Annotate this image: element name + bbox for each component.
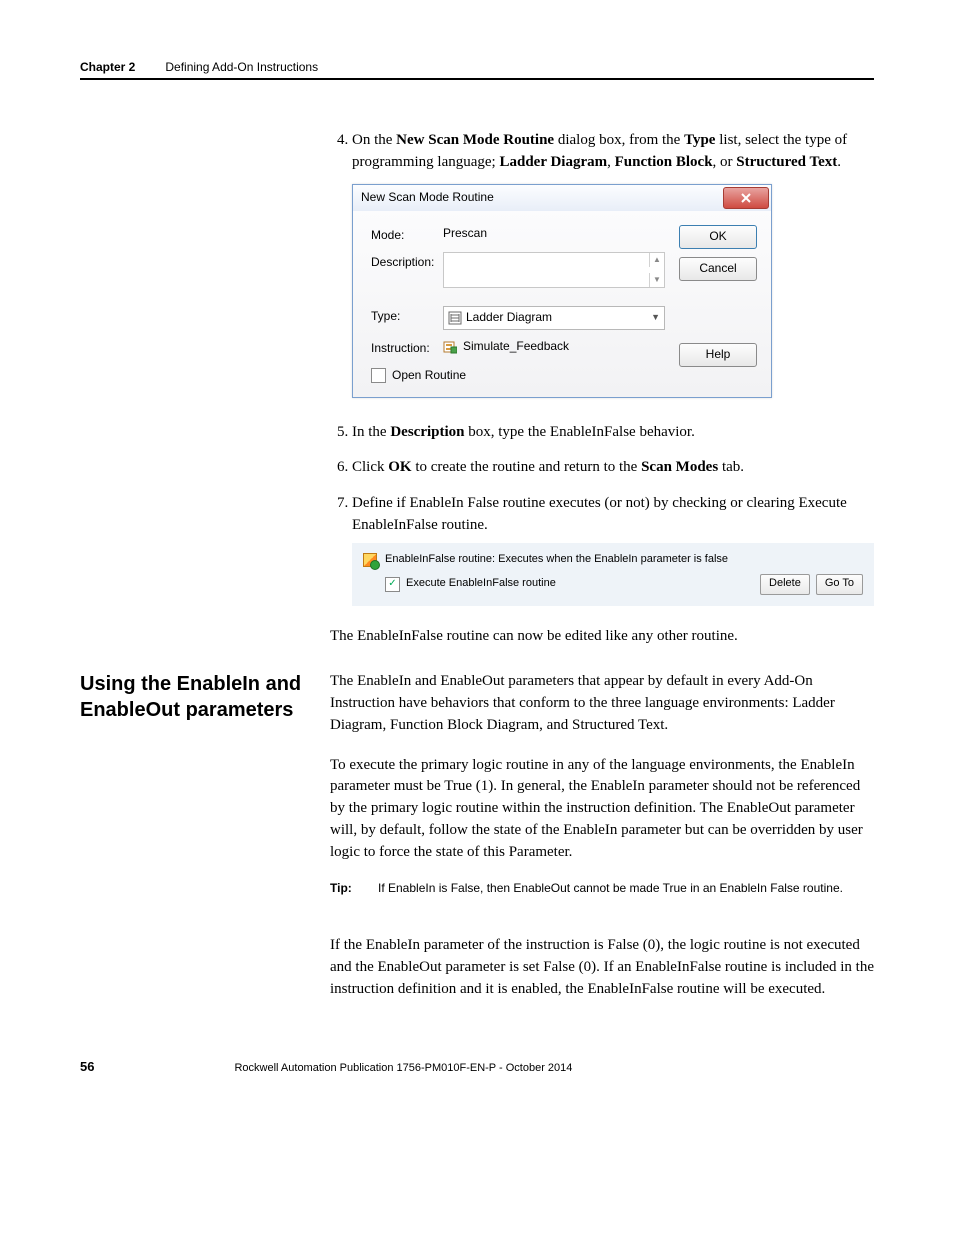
panel-description: EnableInFalse routine: Executes when the… [385, 552, 728, 568]
mode-label: Mode: [371, 225, 443, 244]
page-header: Chapter 2 Defining Add-On Instructions [80, 60, 874, 80]
step-7: Define if EnableIn False routine execute… [352, 493, 874, 605]
type-select[interactable]: Ladder Diagram ▼ [443, 306, 665, 330]
para-1: The EnableIn and EnableOut parameters th… [330, 671, 874, 736]
mode-value: Prescan [443, 225, 487, 242]
instruction-icon [443, 340, 457, 354]
close-icon [740, 192, 752, 204]
enableinfalse-panel: EnableInFalse routine: Executes when the… [352, 543, 874, 606]
routine-icon [363, 553, 377, 567]
type-label: Type: [371, 306, 443, 325]
description-input[interactable]: ▲ ▼ [443, 252, 665, 288]
scroll-up-icon[interactable]: ▲ [649, 253, 664, 267]
tip-label: Tip: [330, 881, 378, 895]
delete-button[interactable]: Delete [760, 574, 810, 595]
chapter-label: Chapter 2 [80, 60, 135, 74]
open-routine-label: Open Routine [392, 367, 466, 384]
step-5: In the Description box, type the EnableI… [352, 422, 874, 444]
page-footer: 56 Rockwell Automation Publication 1756-… [80, 1059, 874, 1074]
para-2: To execute the primary logic routine in … [330, 755, 874, 864]
type-value: Ladder Diagram [466, 309, 552, 326]
tip-block: Tip: If EnableIn is False, then EnableOu… [330, 881, 874, 895]
chevron-down-icon: ▼ [651, 311, 660, 324]
page-number: 56 [80, 1059, 94, 1074]
cancel-button[interactable]: Cancel [679, 257, 757, 281]
instruction-value: Simulate_Feedback [463, 338, 569, 355]
step-list: On the New Scan Mode Routine dialog box,… [330, 130, 874, 606]
execute-checkbox-label: Execute EnableInFalse routine [406, 576, 556, 592]
open-routine-checkbox[interactable]: Open Routine [371, 367, 466, 384]
chapter-title: Defining Add-On Instructions [165, 60, 318, 74]
checkbox-unchecked-icon [371, 368, 386, 383]
ok-button[interactable]: OK [679, 225, 757, 249]
new-scan-mode-routine-dialog: New Scan Mode Routine Mode: Prescan [352, 184, 772, 398]
description-label: Description: [371, 252, 443, 271]
tip-text: If EnableIn is False, then EnableOut can… [378, 881, 874, 895]
execute-checkbox[interactable]: ✓ [385, 577, 400, 592]
help-button[interactable]: Help [679, 343, 757, 367]
after-panel-text: The EnableInFalse routine can now be edi… [330, 626, 874, 648]
para-3: If the EnableIn parameter of the instruc… [330, 935, 874, 1000]
publication-info: Rockwell Automation Publication 1756-PM0… [234, 1062, 572, 1074]
step-6: Click OK to create the routine and retur… [352, 457, 874, 479]
instruction-label: Instruction: [371, 338, 443, 357]
dialog-title: New Scan Mode Routine [361, 189, 494, 206]
scroll-down-icon[interactable]: ▼ [649, 273, 664, 287]
close-button[interactable] [723, 187, 769, 209]
step-4: On the New Scan Mode Routine dialog box,… [352, 130, 874, 398]
ladder-diagram-icon [448, 311, 462, 325]
goto-button[interactable]: Go To [816, 574, 863, 595]
section-heading: Using the EnableIn and EnableOut paramet… [80, 671, 330, 723]
